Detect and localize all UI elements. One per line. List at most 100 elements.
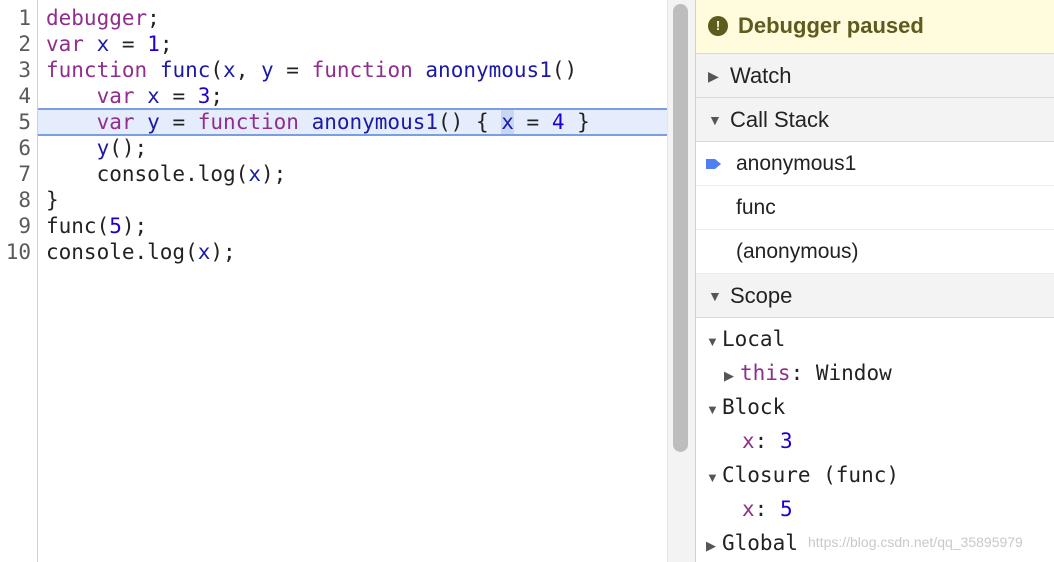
code-token: ; [210, 84, 224, 108]
code-line[interactable]: } [46, 187, 59, 213]
call-frame-item[interactable]: func [696, 186, 1054, 230]
code-line[interactable]: function func(x, y = function anonymous1… [46, 57, 577, 83]
scope-separator: : [754, 429, 780, 453]
line-number[interactable]: 4 [0, 83, 31, 109]
code-token: ; [159, 32, 173, 56]
code-token: x [223, 58, 236, 82]
code-token: x [96, 32, 110, 56]
current-frame-arrow-icon [706, 159, 721, 169]
code-token: func( [46, 214, 110, 238]
collapse-triangle-icon[interactable]: ▼ [708, 274, 722, 318]
code-token: = [159, 84, 198, 108]
code-token: ; [147, 6, 160, 30]
debugger-sidebar: ! Debugger paused ▶ Watch ▼ Call Stack a… [695, 0, 1054, 562]
code-token: var [96, 84, 135, 108]
line-number[interactable]: 6 [0, 135, 31, 161]
collapse-triangle-icon[interactable]: ▼ [706, 325, 722, 359]
code-line[interactable]: debugger; [46, 5, 160, 31]
code-token: () { [438, 110, 502, 134]
code-token: ); [210, 240, 236, 264]
scope-block-label: Block [722, 395, 786, 419]
scope-block-key: x [742, 429, 755, 453]
collapse-triangle-icon[interactable]: ▼ [706, 393, 722, 427]
watch-label: Watch [730, 63, 792, 88]
call-stack-label: Call Stack [730, 107, 830, 132]
scope-closure-row[interactable]: ▼ Closure (func) [706, 458, 899, 492]
call-frame-item[interactable]: (anonymous) [696, 230, 1054, 274]
scope-local-row[interactable]: ▼ Local [706, 322, 785, 356]
code-token: x [147, 84, 160, 108]
call-frame-item[interactable]: anonymous1 [696, 142, 1054, 186]
scope-this-value: Window [815, 361, 892, 385]
code-token: } [564, 110, 590, 134]
expand-triangle-icon[interactable]: ▶ [724, 359, 740, 393]
code-token: anonymous1 [311, 110, 439, 134]
line-number[interactable]: 1 [0, 5, 31, 31]
call-frame-label: (anonymous) [736, 240, 859, 263]
code-token: , [235, 58, 261, 82]
code-token: function [46, 58, 148, 82]
code-line[interactable]: var x = 3; [46, 83, 224, 109]
code-token: console.log( [46, 240, 198, 264]
expand-triangle-icon[interactable]: ▶ [706, 529, 722, 562]
scope-this-key: this [740, 361, 791, 385]
line-number[interactable]: 9 [0, 213, 31, 239]
code-token: debugger [46, 6, 148, 30]
scope-section-header[interactable]: ▼ Scope [696, 274, 1054, 318]
code-token: log [197, 162, 236, 186]
code-token: ); [260, 162, 287, 186]
scope-closure-value: 5 [779, 497, 793, 521]
code-token: func [159, 58, 211, 82]
code-token: function [311, 58, 413, 82]
line-number[interactable]: 10 [0, 239, 31, 265]
code-token: function [197, 110, 299, 134]
scope-local-label: Local [722, 327, 786, 351]
code-token: (); [109, 136, 148, 160]
scope-separator: : [790, 361, 816, 385]
code-line[interactable]: console.log(x); [46, 161, 287, 187]
scope-closure-label: Closure (func) [722, 463, 900, 487]
code-token: ); [121, 214, 148, 238]
line-number[interactable]: 7 [0, 161, 31, 187]
code-token: 5 [109, 214, 122, 238]
expand-triangle-icon[interactable]: ▶ [708, 54, 719, 98]
line-number[interactable]: 3 [0, 57, 31, 83]
code-token: = [513, 110, 552, 134]
source-editor[interactable]: 1 2 3 4 5 6 7 8 9 10 debugger; var x = 1; function … [0, 0, 667, 562]
line-number[interactable]: 8 [0, 187, 31, 213]
code-token: anonymous1 [425, 58, 552, 82]
code-token: x [501, 110, 514, 134]
scope-closure-var-row[interactable]: x: 5 [742, 492, 793, 526]
scope-block-row[interactable]: ▼ Block [706, 390, 785, 424]
code-line[interactable]: var x = 1; [46, 31, 173, 57]
watch-section-header[interactable]: ▶ Watch [696, 54, 1054, 98]
scope-block-var-row[interactable]: x: 3 [742, 424, 793, 458]
scope-global-row[interactable]: ▶ Global [706, 526, 798, 560]
line-number[interactable]: 5 [0, 109, 31, 135]
watermark-text: https://blog.csdn.net/qq_35895979 [808, 534, 1023, 550]
scope-separator: : [754, 497, 780, 521]
scope-block-value: 3 [779, 429, 793, 453]
debugger-paused-banner: ! Debugger paused [696, 0, 1054, 54]
line-number[interactable]: 2 [0, 31, 31, 57]
collapse-triangle-icon[interactable]: ▼ [706, 461, 722, 495]
code-line[interactable]: var y = function anonymous1() { x = 4 } [46, 109, 590, 135]
code-token: ( [210, 58, 224, 82]
scope-this-row[interactable]: ▶ this: Window [724, 356, 892, 390]
code-token: ( [235, 162, 249, 186]
code-line[interactable]: func(5); [46, 213, 147, 239]
line-number-gutter[interactable]: 1 2 3 4 5 6 7 8 9 10 [0, 0, 38, 562]
scope-closure-key: x [742, 497, 755, 521]
editor-scrollbar-thumb[interactable] [673, 4, 688, 452]
scope-global-label: Global [722, 531, 798, 555]
code-line[interactable]: y(); [46, 135, 148, 161]
collapse-triangle-icon[interactable]: ▼ [708, 98, 722, 142]
code-line[interactable]: console.log(x); [46, 239, 236, 265]
call-stack-section-header[interactable]: ▼ Call Stack [696, 98, 1054, 142]
code-token: x [197, 240, 211, 264]
